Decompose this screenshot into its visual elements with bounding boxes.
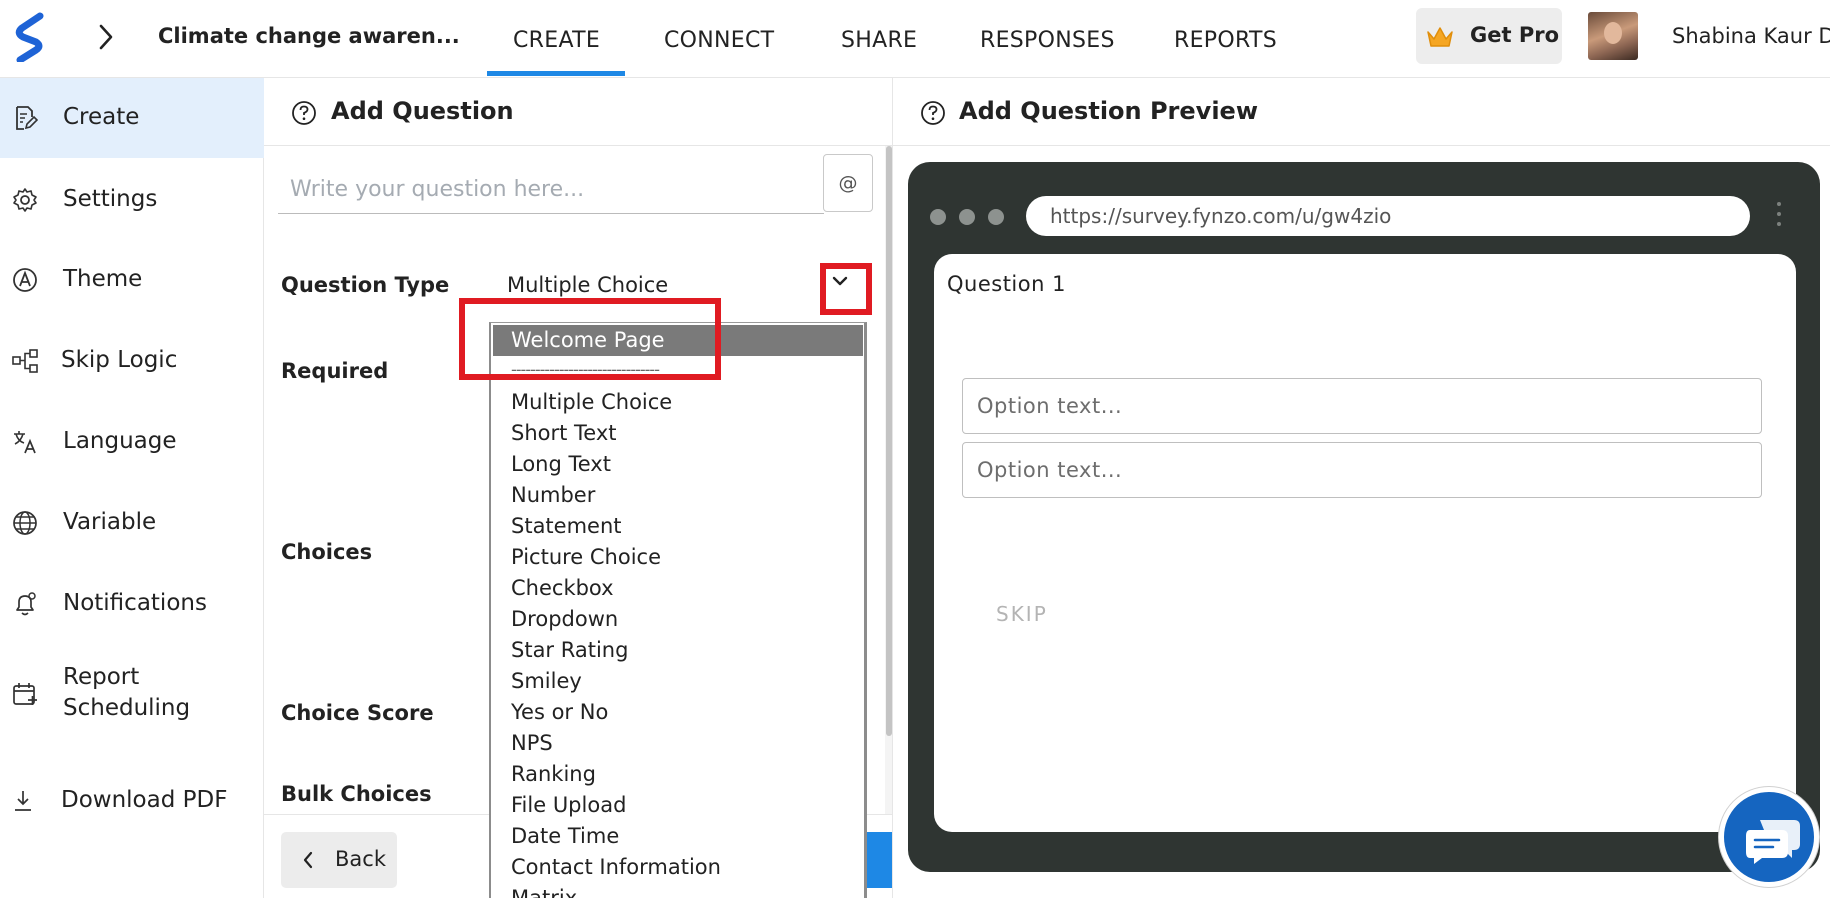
window-dot	[959, 209, 975, 225]
option-input-2[interactable]	[962, 442, 1762, 498]
dropdown-option[interactable]: Ranking	[493, 759, 863, 790]
preview-header: Add Question Preview	[893, 78, 1830, 146]
tab-create[interactable]: CREATE	[513, 28, 600, 53]
required-label: Required	[281, 359, 389, 383]
sidebar-item-label-line2: Scheduling	[63, 695, 191, 721]
sidebar-item-label: Settings	[63, 186, 158, 212]
palette-icon	[13, 268, 37, 292]
sidebar-item-label: Download PDF	[61, 787, 228, 813]
sidebar-item-notifications[interactable]: Notifications	[0, 564, 264, 644]
sidebar-item-label: Variable	[63, 509, 157, 535]
back-button[interactable]: Back	[281, 832, 397, 888]
browser-mockup: https://survey.fynzo.com/u/gw4zio Questi…	[908, 162, 1820, 872]
dropdown-option[interactable]: File Upload	[493, 790, 863, 821]
dropdown-option[interactable]: Picture Choice	[493, 542, 863, 573]
sidebar-item-theme[interactable]: Theme	[0, 240, 264, 320]
sidebar-item-language[interactable]: Language	[0, 402, 264, 482]
mention-button[interactable]: @	[823, 154, 873, 212]
url-bar: https://survey.fynzo.com/u/gw4zio	[1026, 196, 1750, 236]
dropdown-option[interactable]: Matrix	[493, 883, 863, 898]
sidebar-item-label: Theme	[63, 266, 143, 292]
chevron-right-icon[interactable]	[92, 20, 120, 54]
panel-header: Add Question	[264, 78, 892, 146]
download-icon	[15, 791, 31, 811]
sidebar-item-label: Skip Logic	[61, 347, 178, 373]
choice-score-label: Choice Score	[281, 701, 434, 725]
calendar-icon	[13, 683, 37, 705]
dropdown-option[interactable]: Statement	[493, 511, 863, 542]
dropdown-option[interactable]: Dropdown	[493, 604, 863, 635]
preview-url: https://survey.fynzo.com/u/gw4zio	[1050, 204, 1392, 228]
avatar[interactable]	[1588, 12, 1638, 60]
bulk-choices-label: Bulk Choices	[281, 782, 432, 806]
dropdown-option[interactable]: Smiley	[493, 666, 863, 697]
username[interactable]: Shabina Kaur D	[1672, 24, 1830, 48]
sidebar: Create Settings Theme Skip Logic Languag…	[0, 78, 264, 898]
choices-label: Choices	[281, 540, 373, 564]
dropdown-option[interactable]: Star Rating	[493, 635, 863, 666]
survey-title[interactable]: Climate change awaren...	[158, 24, 460, 48]
option-input-1[interactable]	[962, 378, 1762, 434]
help-icon[interactable]	[920, 100, 946, 126]
sidebar-item-create[interactable]: Create	[0, 78, 264, 158]
help-icon[interactable]	[291, 100, 317, 126]
dropdown-option[interactable]: Checkbox	[493, 573, 863, 604]
sidebar-item-variable[interactable]: Variable	[0, 483, 264, 563]
chat-icon	[1746, 820, 1800, 864]
get-pro-button[interactable]: Get Pro	[1416, 8, 1562, 64]
sidebar-item-settings[interactable]: Settings	[0, 160, 264, 240]
question-type-select[interactable]: Multiple Choice	[507, 273, 668, 297]
preview-title: Add Question Preview	[959, 97, 1258, 125]
edit-document-icon	[16, 106, 38, 130]
dropdown-option[interactable]: Number	[493, 480, 863, 511]
question-type-label: Question Type	[281, 273, 450, 297]
dropdown-option[interactable]: Contact Information	[493, 852, 863, 883]
globe-icon	[13, 511, 37, 535]
sidebar-item-skip-logic[interactable]: Skip Logic	[0, 321, 264, 401]
highlight-box-dropdown-toggle	[820, 263, 872, 315]
highlight-box-welcome-page	[459, 298, 721, 380]
back-label: Back	[335, 847, 386, 871]
dropdown-option[interactable]: Yes or No	[493, 697, 863, 728]
sidebar-item-label: Report	[63, 664, 140, 690]
flow-icon	[12, 349, 38, 373]
tab-responses[interactable]: RESPONSES	[980, 28, 1115, 53]
question-type-dropdown-list: Welcome Page ---------------------------…	[489, 322, 867, 898]
tab-share[interactable]: SHARE	[841, 28, 917, 53]
dropdown-option[interactable]: Short Text	[493, 418, 863, 449]
bell-icon	[16, 592, 36, 616]
preview-panel: Add Question Preview https://survey.fynz…	[893, 78, 1830, 898]
dropdown-option[interactable]: Multiple Choice	[493, 387, 863, 418]
crown-icon	[1427, 27, 1453, 47]
dropdown-option[interactable]: NPS	[493, 728, 863, 759]
question-input[interactable]	[278, 166, 824, 214]
sidebar-item-label: Notifications	[63, 590, 207, 616]
translate-icon	[14, 431, 36, 454]
question-number: Question 1	[947, 272, 1066, 296]
window-dot	[930, 209, 946, 225]
top-bar: Climate change awaren... CREATE CONNECT …	[0, 0, 1830, 78]
get-pro-label: Get Pro	[1470, 23, 1560, 47]
sidebar-item-download-pdf[interactable]: Download PDF	[0, 762, 264, 842]
chat-widget-button[interactable]	[1719, 787, 1819, 887]
dropdown-option[interactable]: Date Time	[493, 821, 863, 852]
active-tab-indicator	[487, 71, 625, 76]
sidebar-item-label: Create	[63, 104, 140, 130]
logo-icon[interactable]	[14, 12, 46, 62]
chevron-left-icon	[303, 851, 313, 869]
sidebar-item-report-scheduling[interactable]: Report Scheduling	[0, 645, 264, 741]
tab-reports[interactable]: REPORTS	[1174, 28, 1277, 53]
dropdown-option[interactable]: Long Text	[493, 449, 863, 480]
window-dot	[988, 209, 1004, 225]
kebab-menu-icon	[1776, 202, 1782, 232]
sidebar-item-label: Language	[63, 428, 177, 454]
skip-button[interactable]: SKIP	[996, 602, 1048, 626]
preview-viewport: Question 1 SKIP	[934, 254, 1796, 832]
gear-icon	[13, 188, 37, 212]
tab-connect[interactable]: CONNECT	[664, 28, 774, 53]
scrollbar-thumb[interactable]	[886, 146, 892, 736]
panel-title: Add Question	[331, 97, 514, 125]
